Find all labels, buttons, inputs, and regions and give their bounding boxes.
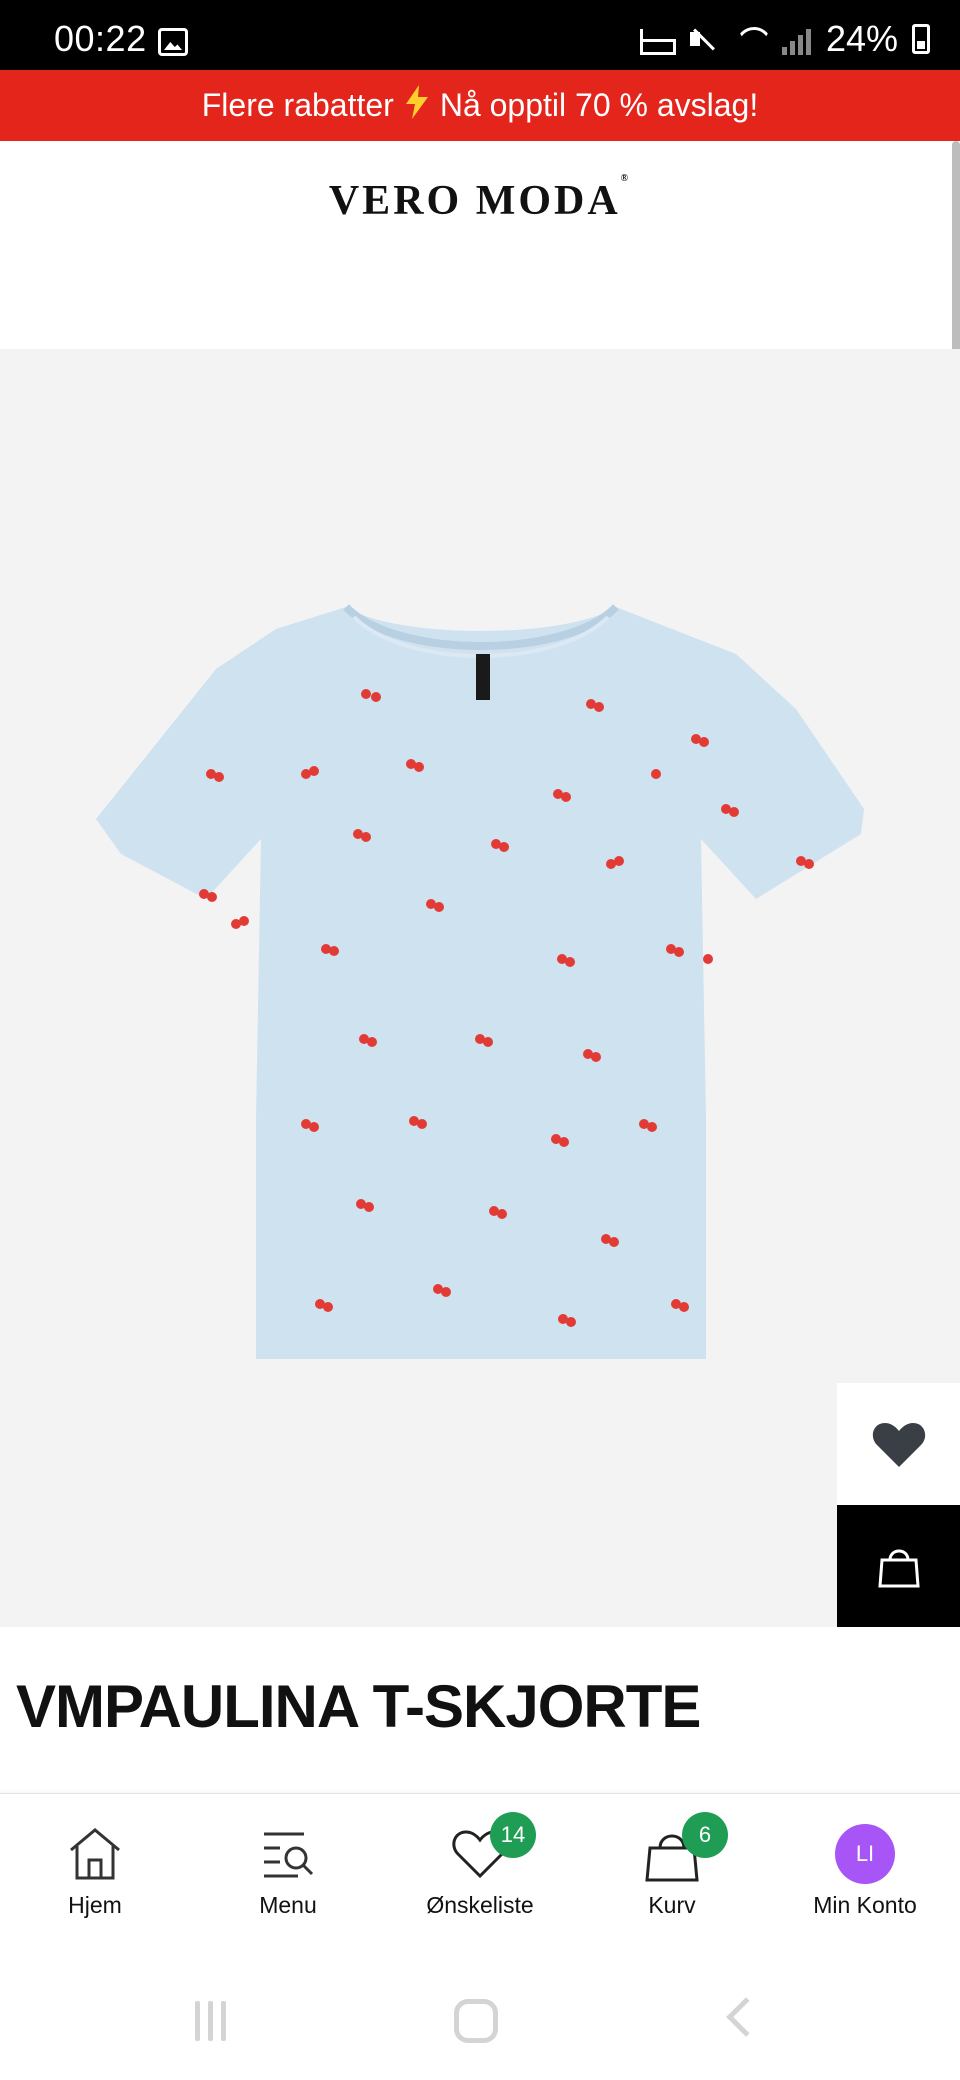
- status-bar: 00:22 24%: [0, 0, 960, 70]
- nav-label-menu: Menu: [259, 1892, 317, 1918]
- cart-icon-wrap: 6: [642, 1812, 728, 1884]
- product-title: VMPAULINA T-SKJORTE: [16, 1673, 701, 1740]
- system-navigation-bar: [0, 1963, 960, 2080]
- shopping-bag-icon: [877, 1549, 920, 1588]
- wishlist-count-badge: 14: [490, 1812, 536, 1858]
- home-icon: [70, 1828, 120, 1880]
- wifi-icon: [734, 23, 768, 55]
- nav-item-cart[interactable]: 6 Kurv: [587, 1812, 757, 1919]
- status-time: 00:22: [54, 18, 147, 59]
- battery-charging-icon: [912, 24, 930, 54]
- promo-banner[interactable]: Flere rabatter Nå opptil 70 % avslag!: [0, 70, 960, 141]
- add-to-wishlist-button[interactable]: [837, 1383, 960, 1505]
- menu-search-icon: [264, 1832, 314, 1878]
- battery-percent: 24%: [825, 18, 898, 59]
- brand-logo-text: VERO MODA: [328, 178, 621, 224]
- registered-mark: ®: [620, 173, 632, 184]
- promo-text-start: Flere rabatter: [201, 87, 394, 123]
- gallery-icon: [158, 28, 188, 56]
- site-header: VERO MODA®: [0, 141, 960, 349]
- sleep-mode-icon: [638, 23, 676, 55]
- account-avatar: LI: [835, 1824, 895, 1884]
- nav-label-cart: Kurv: [648, 1892, 696, 1918]
- wishlist-icon-wrap: 14: [450, 1812, 536, 1884]
- back-icon[interactable]: [726, 1997, 766, 2037]
- nav-item-home[interactable]: Hjem: [10, 1824, 180, 1919]
- cart-count-badge: 6: [682, 1812, 728, 1858]
- product-image-gallery[interactable]: [0, 349, 960, 1914]
- heart-icon: [872, 1423, 925, 1467]
- promo-text-end: Nå opptil 70 % avslag!: [439, 87, 759, 123]
- brand-logo[interactable]: VERO MODA®: [0, 173, 960, 225]
- recent-apps-icon[interactable]: [190, 2001, 230, 2041]
- signal-icon: [781, 23, 812, 55]
- nav-item-menu[interactable]: Menu: [203, 1824, 373, 1919]
- lightning-icon: [405, 84, 428, 127]
- nav-label-home: Hjem: [68, 1892, 122, 1918]
- status-icons: 24%: [638, 18, 930, 60]
- nav-item-wishlist[interactable]: 14 Ønskeliste: [395, 1812, 565, 1919]
- add-to-bag-button[interactable]: [837, 1505, 960, 1627]
- home-button-icon[interactable]: [454, 1999, 498, 2043]
- nav-label-wishlist: Ønskeliste: [426, 1892, 534, 1918]
- nav-item-account[interactable]: LI Min Konto: [780, 1824, 950, 1919]
- nav-label-account: Min Konto: [813, 1892, 917, 1918]
- mute-icon: [686, 23, 720, 55]
- product-image: [96, 604, 864, 1359]
- bottom-navigation: Hjem Menu 14 Ønskeliste 6 Kurv LI Min Ko…: [0, 1793, 960, 1963]
